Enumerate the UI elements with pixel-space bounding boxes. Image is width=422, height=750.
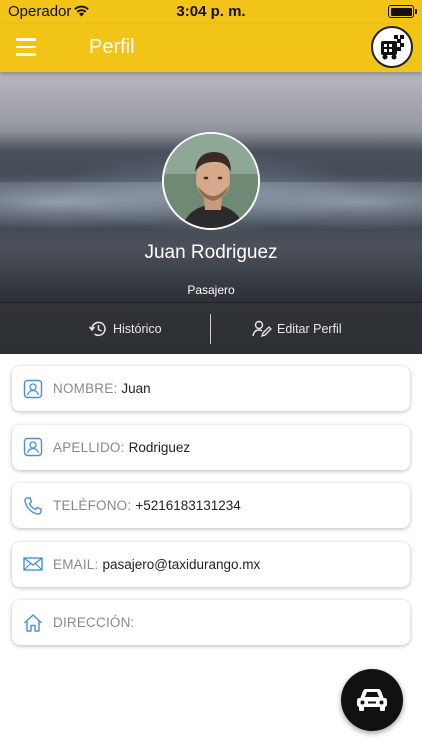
field-value: Juan — [121, 381, 151, 396]
profile-fields: NOMBRE: Juan APELLIDO: Rodriguez TELÉFON… — [12, 366, 410, 659]
field-value: pasajero@taxidurango.mx — [102, 556, 261, 572]
battery-icon — [388, 5, 417, 18]
field-apellido[interactable]: APELLIDO: Rodriguez — [12, 424, 410, 470]
app-bar: Perfil — [0, 24, 422, 72]
car-icon — [357, 689, 387, 711]
field-label: NOMBRE: — [53, 381, 118, 396]
history-icon — [88, 321, 106, 337]
contact-icon — [22, 378, 44, 400]
field-label: DIRECCIÓN: — [53, 615, 135, 630]
contact-icon — [22, 436, 44, 458]
field-label: EMAIL: — [53, 556, 99, 572]
profile-screen: Operador 3:04 p. m. Perfil Juan Rodrigue… — [0, 0, 422, 750]
field-telefono[interactable]: TELÉFONO: +5216183131234 — [12, 483, 410, 528]
field-label: TELÉFONO: — [53, 498, 132, 513]
avatar — [162, 132, 260, 230]
request-taxi-button[interactable] — [341, 669, 403, 731]
page-title: Perfil — [89, 36, 135, 58]
profile-action-bar: Histórico Editar Perfil — [0, 302, 422, 354]
edit-user-icon — [252, 320, 272, 338]
clock-time: 3:04 p. m. — [176, 3, 246, 20]
hamburger-menu-icon[interactable] — [16, 38, 38, 56]
field-label: APELLIDO: — [53, 439, 125, 455]
edit-profile-label: Editar Perfil — [277, 322, 342, 336]
field-nombre[interactable]: NOMBRE: Juan — [12, 366, 410, 411]
history-button[interactable]: Histórico — [88, 303, 162, 354]
action-divider — [210, 314, 211, 344]
phone-icon — [22, 495, 44, 517]
status-bar: Operador 3:04 p. m. — [0, 0, 422, 24]
taxi-brand-logo — [371, 26, 413, 68]
field-direccion[interactable]: DIRECCIÓN: — [12, 600, 410, 645]
field-email[interactable]: EMAIL: pasajero@taxidurango.mx — [12, 541, 410, 587]
profile-name: Juan Rodriguez — [144, 242, 278, 263]
field-value: +5216183131234 — [135, 498, 241, 513]
edit-profile-button[interactable]: Editar Perfil — [252, 303, 342, 354]
profile-role: Pasajero — [187, 283, 235, 297]
mail-icon — [22, 553, 44, 575]
profile-header: Juan Rodriguez Pasajero Histórico Editar… — [0, 72, 422, 354]
home-icon — [22, 612, 44, 634]
history-label: Histórico — [113, 322, 162, 336]
field-value: Rodriguez — [128, 439, 191, 455]
